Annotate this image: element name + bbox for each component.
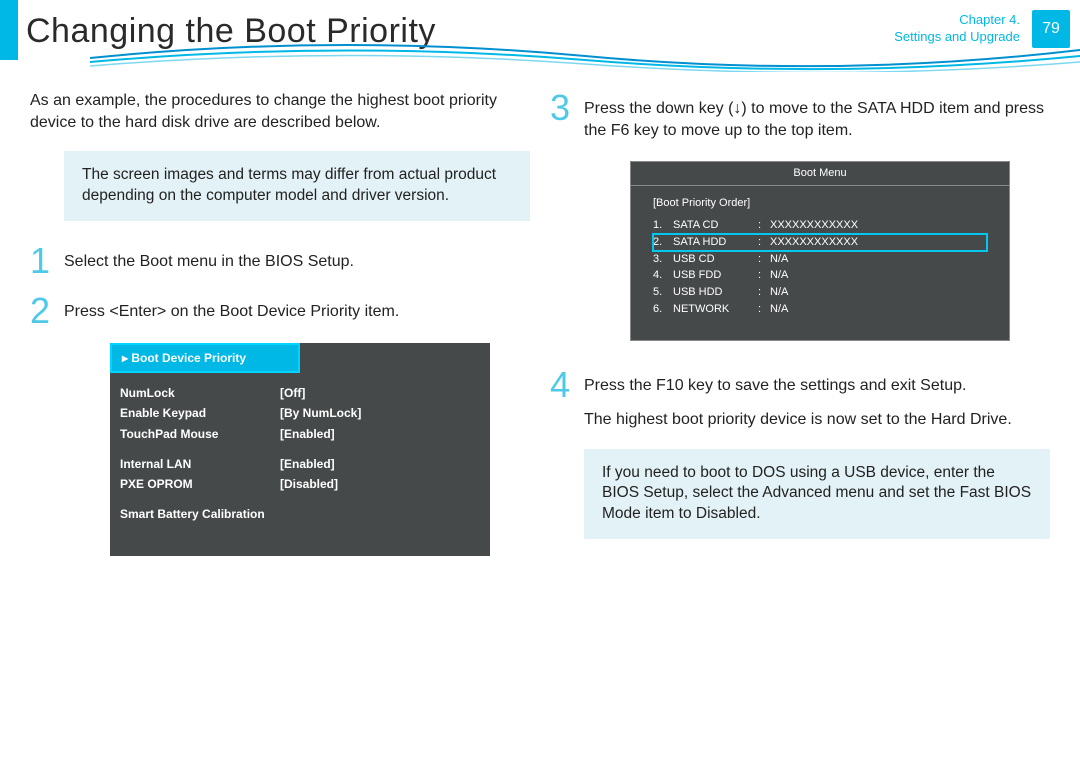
bios2-row: 3.USB CD:N/A [653,251,987,268]
right-column: 3 Press the down key (↓) to move to the … [550,90,1050,556]
bios1-row: TouchPad Mouse[Enabled] [110,424,490,444]
step-text: Press the down key (↓) to move to the SA… [584,90,1050,141]
bios1-smart: Smart Battery Calibration [110,494,490,526]
bios-screenshot-1: ▸ Boot Device Priority NumLock[Off]Enabl… [110,343,490,556]
step-text: Press the F10 key to save the settings a… [584,367,966,397]
bios2-row: 4.USB FDD:N/A [653,267,987,284]
note-box-2: If you need to boot to DOS using a USB d… [584,449,1050,540]
left-column: As an example, the procedures to change … [30,90,530,556]
page-number: 79 [1032,10,1070,48]
bios1-header: ▸ Boot Device Priority [110,343,300,373]
bios2-row: 6.NETWORK:N/A [653,301,987,318]
bios1-row: NumLock[Off] [110,383,490,403]
bios2-subtitle: [Boot Priority Order] [653,196,987,211]
bios1-row: Internal LAN[Enabled] [110,454,490,474]
step-3: 3 Press the down key (↓) to move to the … [550,90,1050,141]
content-area: As an example, the procedures to change … [0,70,1080,556]
bios1-row: Enable Keypad[By NumLock] [110,403,490,423]
step-number: 3 [550,90,584,126]
accent-bar [0,0,18,60]
step-number: 4 [550,367,584,403]
step-1: 1 Select the Boot menu in the BIOS Setup… [30,243,530,279]
bios2-title: Boot Menu [631,162,1009,186]
step-4: 4 Press the F10 key to save the settings… [550,367,1050,403]
step-text: Press <Enter> on the Boot Device Priorit… [64,293,399,323]
step-number: 1 [30,243,64,279]
intro-text: As an example, the procedures to change … [30,90,530,133]
bios1-row: PXE OPROM[Disabled] [110,474,490,494]
step-number: 2 [30,293,64,329]
result-text: The highest boot priority device is now … [584,409,1050,431]
chapter-label: Chapter 4. Settings and Upgrade [894,12,1020,46]
bios2-row: 2.SATA HDD:XXXXXXXXXXXX [653,234,987,251]
page-header: Changing the Boot Priority Chapter 4. Se… [0,0,1080,70]
bios-screenshot-2: Boot Menu [Boot Priority Order] 1.SATA C… [630,161,1010,341]
step-2: 2 Press <Enter> on the Boot Device Prior… [30,293,530,329]
step-text: Select the Boot menu in the BIOS Setup. [64,243,354,273]
chapter-line1: Chapter 4. [894,12,1020,29]
bios2-row: 1.SATA CD:XXXXXXXXXXXX [653,217,987,234]
note-box: The screen images and terms may differ f… [64,151,530,221]
bios2-row: 5.USB HDD:N/A [653,284,987,301]
chapter-line2: Settings and Upgrade [894,29,1020,46]
